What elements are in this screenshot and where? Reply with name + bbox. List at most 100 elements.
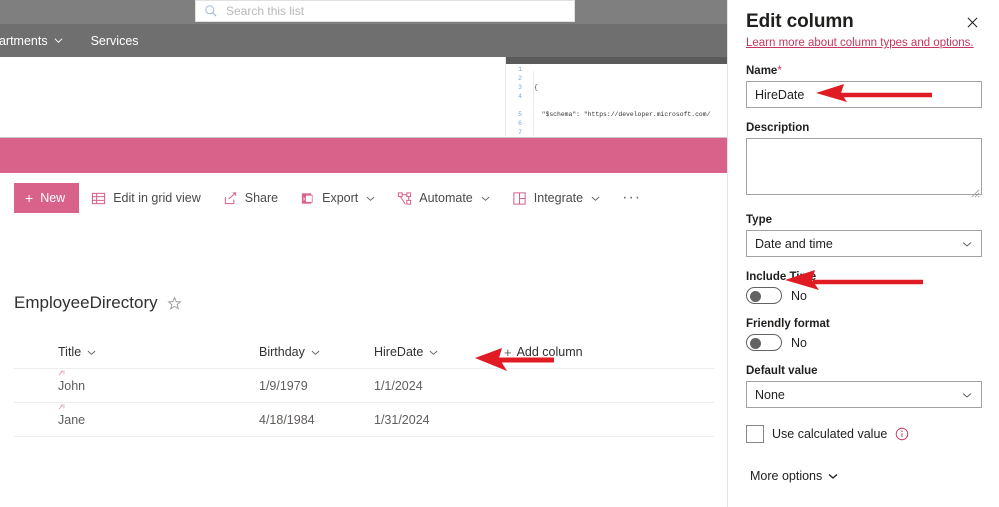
integrate-label: Integrate xyxy=(533,191,584,205)
share-button[interactable]: Share xyxy=(213,183,288,213)
list-hero-banner xyxy=(0,137,728,173)
include-time-row: No xyxy=(746,287,981,304)
chevron-down-icon xyxy=(366,196,375,201)
cell-value: 1/9/1979 xyxy=(259,378,308,393)
use-calculated-value-checkbox[interactable] xyxy=(746,425,764,443)
more-options-label: More options xyxy=(750,469,823,483)
code-line: { xyxy=(534,84,538,91)
chevron-down-icon xyxy=(54,38,63,44)
nav-item-label: Services xyxy=(90,33,139,48)
column-header-label: Title xyxy=(58,345,82,359)
search-input[interactable]: Search this list xyxy=(195,0,575,22)
suite-bar: Search this list xyxy=(0,0,728,24)
column-header-birthday[interactable]: Birthday xyxy=(259,345,374,359)
automate-button[interactable]: Automate xyxy=(387,183,500,213)
cell-hiredate: 1/1/2024 xyxy=(374,379,504,393)
edit-column-panel: Edit column Learn more about column type… xyxy=(727,0,999,507)
more-commands-button[interactable]: ··· xyxy=(612,183,651,213)
chevron-down-icon xyxy=(87,350,96,355)
cell-value: Jane xyxy=(58,412,86,427)
code-editor-body: 1 2 3 4 5 6 7 { "$schema": "https://deve… xyxy=(506,64,728,136)
site-navigation: partments Services xyxy=(0,24,728,57)
table-row[interactable]: Jane 4/18/1984 1/31/2024 xyxy=(14,403,714,437)
name-input[interactable] xyxy=(746,81,982,108)
app-root: Search this list partments Services 1 2 … xyxy=(0,0,999,507)
description-field-wrapper xyxy=(746,138,982,200)
automate-icon xyxy=(398,191,412,205)
line-number: 1 xyxy=(518,66,522,73)
friendly-format-toggle[interactable] xyxy=(746,334,782,351)
cell-birthday: 1/9/1979 xyxy=(259,379,374,393)
friendly-format-state: No xyxy=(791,335,807,350)
friendly-format-row: No xyxy=(746,334,981,351)
cell-hiredate: 1/31/2024 xyxy=(374,413,504,427)
cell-birthday: 4/18/1984 xyxy=(259,413,374,427)
include-time-state: No xyxy=(791,288,807,303)
cell-value: 1/1/2024 xyxy=(374,378,423,393)
column-header-title[interactable]: Title xyxy=(14,345,259,359)
more-options-toggle[interactable]: More options xyxy=(746,469,981,483)
use-calculated-value-label: Use calculated value xyxy=(772,427,888,441)
include-time-toggle[interactable] xyxy=(746,287,782,304)
automate-label: Automate xyxy=(419,191,473,205)
new-button[interactable]: + New xyxy=(14,183,80,213)
panel-header: Edit column xyxy=(728,0,999,33)
line-number: 6 xyxy=(518,120,522,127)
code-text: { "$schema": "https://developer.microsof… xyxy=(528,65,728,136)
plus-icon: + xyxy=(25,190,34,206)
close-button[interactable] xyxy=(961,11,983,33)
cell-title: John xyxy=(14,369,259,393)
nav-item-services[interactable]: Services xyxy=(77,24,153,57)
share-label: Share xyxy=(244,191,279,205)
search-placeholder: Search this list xyxy=(226,4,305,18)
toggle-knob xyxy=(750,291,761,302)
close-icon xyxy=(967,17,977,27)
cell-title: Jane xyxy=(14,403,259,427)
page-canvas: 1 2 3 4 5 6 7 { "$schema": "https://deve… xyxy=(0,57,728,507)
name-label-text: Name xyxy=(746,65,778,77)
line-number: 7 xyxy=(518,129,522,136)
chevron-down-icon xyxy=(311,350,320,355)
add-column-button[interactable]: + Add column xyxy=(504,345,583,359)
grid-icon xyxy=(92,192,106,204)
export-label: Export xyxy=(322,191,359,205)
integrate-button[interactable]: Integrate xyxy=(502,183,610,213)
edit-in-grid-view-label: Edit in grid view xyxy=(113,191,201,205)
table-row[interactable]: John 1/9/1979 1/1/2024 xyxy=(14,369,714,403)
cell-value: 1/31/2024 xyxy=(374,412,430,427)
column-header-label: Birthday xyxy=(259,345,305,359)
chevron-down-icon xyxy=(481,196,490,201)
page-title: EmployeeDirectory xyxy=(14,293,158,312)
export-button[interactable]: x Export xyxy=(290,183,385,213)
info-icon[interactable] xyxy=(895,427,909,441)
command-bar: + New Edit in grid view Share x Export A… xyxy=(0,178,728,218)
json-formatting-code-editor[interactable]: 1 2 3 4 5 6 7 { "$schema": "https://deve… xyxy=(505,57,728,136)
chevron-down-icon xyxy=(962,392,972,398)
description-input[interactable] xyxy=(746,138,982,195)
star-icon[interactable] xyxy=(166,295,182,311)
nav-item-departments[interactable]: partments xyxy=(0,24,77,57)
line-number: 3 xyxy=(518,84,522,91)
add-column-label: Add column xyxy=(516,345,583,359)
search-icon xyxy=(205,5,217,17)
integrate-icon xyxy=(513,191,526,205)
learn-more-link[interactable]: Learn more about column types and option… xyxy=(746,37,974,49)
share-icon xyxy=(224,191,236,204)
custom-format-icon xyxy=(58,369,65,376)
required-marker: * xyxy=(777,65,782,77)
description-field-label: Description xyxy=(746,122,810,134)
column-header-label: HireDate xyxy=(374,345,424,359)
chevron-down-icon xyxy=(828,474,838,479)
resize-grip-icon[interactable] xyxy=(969,187,980,198)
column-header-hiredate[interactable]: HireDate xyxy=(374,345,504,359)
type-field-label: Type xyxy=(746,214,772,226)
nav-item-label: partments xyxy=(0,33,48,48)
type-dropdown[interactable]: Date and time xyxy=(746,230,982,257)
edit-in-grid-view-button[interactable]: Edit in grid view xyxy=(81,183,211,213)
line-number: 4 xyxy=(518,93,522,100)
cell-value: John xyxy=(58,378,86,393)
default-value-dropdown[interactable]: None xyxy=(746,381,982,408)
code-line: "$schema": "https://developer.microsoft.… xyxy=(534,111,711,118)
type-selected-value: Date and time xyxy=(755,236,833,251)
ellipsis-icon: ··· xyxy=(622,189,642,206)
